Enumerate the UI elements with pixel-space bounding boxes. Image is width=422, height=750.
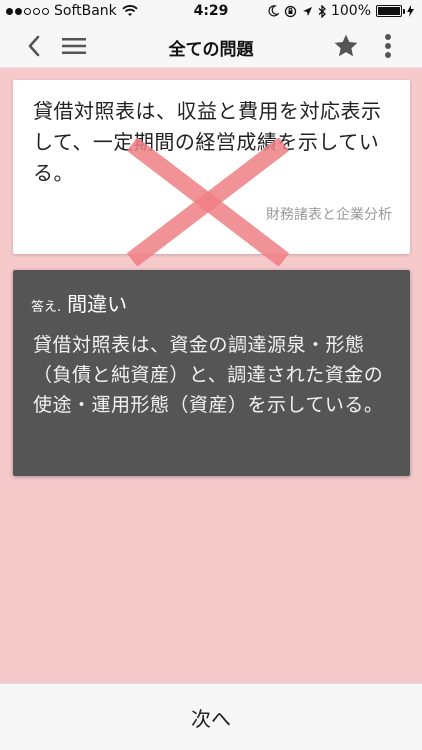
nav-bar: 全ての問題 (0, 24, 422, 68)
battery-icon (376, 5, 405, 17)
answer-explanation: 貸借対照表は、資金の調達源泉・形態（負債と純資産）と、調達された資金の使途・運用… (33, 334, 384, 416)
favorite-button[interactable] (330, 30, 362, 62)
next-button-label: 次へ (191, 706, 231, 731)
status-right: 100% (268, 3, 414, 19)
question-text: 貸借対照表は、収益と費用を対応表示して、一定期間の経営成績を示している。 (33, 99, 382, 185)
next-button[interactable]: 次へ (0, 683, 422, 750)
answer-prefix: 答え. (31, 300, 62, 315)
answer-result: 間違い (67, 292, 128, 316)
more-vertical-icon (385, 34, 391, 58)
location-icon (302, 6, 312, 16)
status-bar: SoftBank 4:29 100% (0, 0, 422, 24)
bluetooth-icon (318, 4, 326, 18)
answer-header: 答え. 間違い (31, 288, 127, 317)
charging-bolt-icon (407, 5, 414, 17)
category-label: 財務諸表と企業分析 (266, 207, 392, 223)
orientation-lock-icon (284, 5, 297, 17)
more-options-button[interactable] (372, 30, 404, 62)
battery-percent: 100% (330, 3, 371, 19)
answer-card: 答え. 間違い 貸借対照表は、資金の調達源泉・形態（負債と純資産）と、調達された… (13, 270, 410, 476)
moon-icon (268, 5, 279, 17)
question-card: 貸借対照表は、収益と費用を対応表示して、一定期間の経営成績を示している。 財務諸… (13, 80, 410, 254)
star-icon (334, 34, 358, 57)
